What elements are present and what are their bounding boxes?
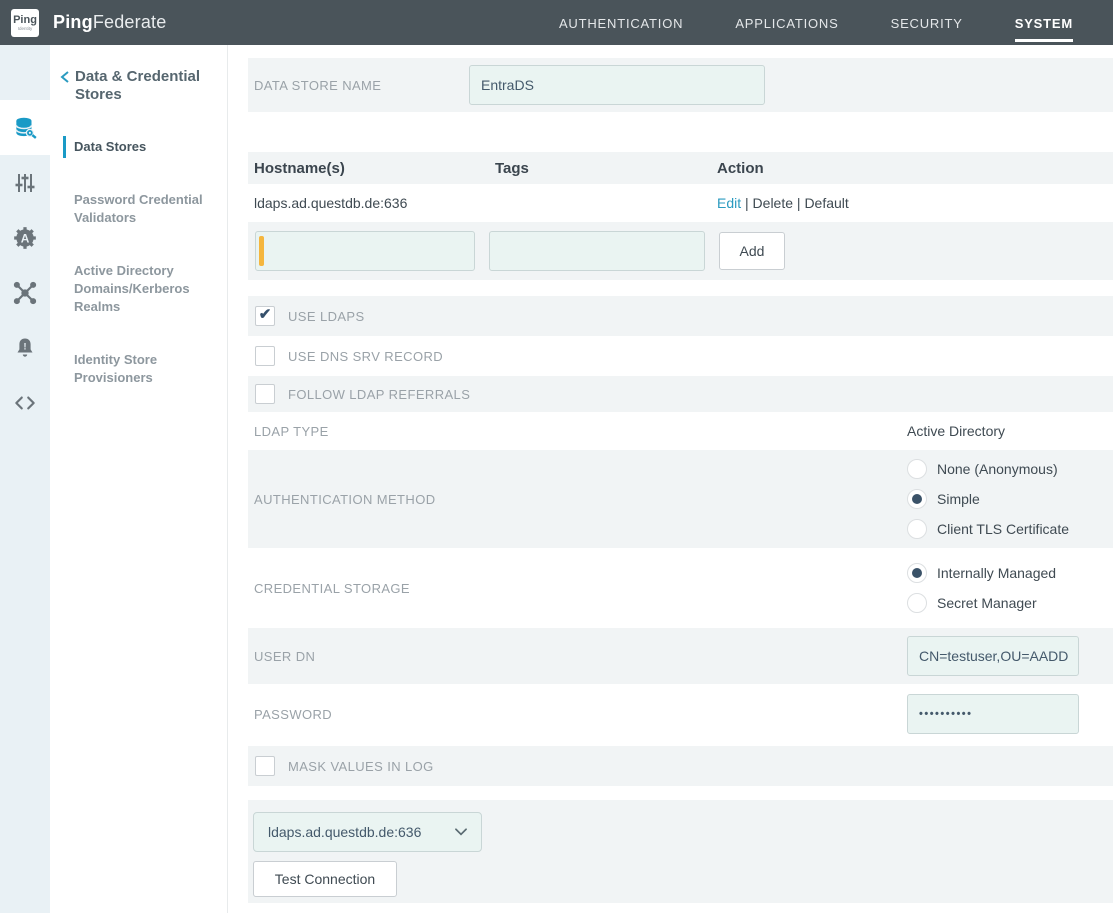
new-tag-input[interactable] [489,231,705,271]
data-store-name-input[interactable]: EntraDS [469,65,765,105]
logo-subtext: Identity [18,26,33,31]
nav-authentication[interactable]: AUTHENTICATION [559,4,683,42]
hostname-dropdown[interactable]: ldaps.ad.questdb.de:636 [253,812,482,852]
edit-link[interactable]: Edit [717,195,741,211]
test-connection-button[interactable]: Test Connection [253,861,397,897]
authentication-method-label: AUTHENTICATION METHOD [254,492,907,507]
nav-system[interactable]: SYSTEM [1015,4,1073,42]
radio-none-anonymous[interactable]: None (Anonymous) [907,459,1113,479]
action-separator: | [745,195,753,211]
extensions-icon[interactable] [0,375,50,430]
add-hostname-row: Add [248,222,1113,280]
app-title: PingFederate [53,12,166,33]
use-dns-srv-row: ✔ USE DNS SRV RECORD [248,336,1113,376]
main-content: DATA STORE NAME EntraDS Hostname(s) Tags… [228,45,1113,913]
use-dns-srv-label: USE DNS SRV RECORD [288,349,443,364]
user-dn-label: USER DN [254,649,907,664]
credential-storage-row: CREDENTIAL STORAGE Internally Managed Se… [248,548,1113,628]
user-dn-row: USER DN CN=testuser,OU=AADD [248,628,1113,684]
radio-internally-managed[interactable]: Internally Managed [907,563,1113,583]
sidebar-title: Data & Credential Stores [73,68,227,104]
credential-storage-options: Internally Managed Secret Manager [907,563,1113,613]
use-dns-srv-checkbox[interactable]: ✔ [255,346,275,366]
ldap-type-label: LDAP TYPE [254,424,907,439]
password-row: PASSWORD •••••••••• [248,684,1113,744]
ldap-type-row: LDAP TYPE Active Directory [248,412,1113,450]
svg-text:A: A [21,231,30,245]
actions-cell: Edit | Delete | Default [717,195,1113,211]
use-ldaps-label: USE LDAPS [288,309,365,324]
column-hostnames: Hostname(s) [254,160,495,177]
svg-text:!: ! [24,341,27,351]
use-ldaps-checkbox[interactable]: ✔ [255,306,275,326]
app-title-bold: Ping [53,12,93,32]
radio-label: Internally Managed [937,565,1056,581]
column-action: Action [717,160,1113,177]
top-header: Ping Identity PingFederate AUTHENTICATIO… [0,0,1113,45]
new-hostname-input[interactable] [255,231,475,271]
radio-label: Simple [937,491,980,507]
user-dn-input[interactable]: CN=testuser,OU=AADD [907,636,1079,676]
radio-label: Secret Manager [937,595,1037,611]
radio-button[interactable] [907,563,927,583]
ldap-type-value: Active Directory [907,423,1113,439]
administrative-accounts-icon[interactable]: A [0,210,50,265]
follow-ldap-referrals-label: FOLLOW LDAP REFERRALS [288,387,470,402]
icon-rail: A ! [0,45,50,913]
default-link[interactable]: Default [804,195,848,211]
required-field-indicator [259,236,264,266]
radio-client-tls-certificate[interactable]: Client TLS Certificate [907,519,1113,539]
radio-secret-manager[interactable]: Secret Manager [907,593,1113,613]
ping-identity-logo: Ping Identity [11,9,39,37]
radio-button[interactable] [907,519,927,539]
delete-link[interactable]: Delete [753,195,793,211]
follow-ldap-referrals-checkbox[interactable]: ✔ [255,384,275,404]
notifications-icon[interactable]: ! [0,320,50,375]
radio-simple[interactable]: Simple [907,489,1113,509]
chevron-down-icon [455,828,467,836]
radio-button[interactable] [907,593,927,613]
authentication-method-options: None (Anonymous) Simple Client TLS Certi… [907,459,1113,539]
secondary-sidebar: Data & Credential Stores Data Stores Pas… [50,45,228,913]
nav-applications[interactable]: APPLICATIONS [735,4,838,42]
nav-security[interactable]: SECURITY [891,4,963,42]
credential-storage-label: CREDENTIAL STORAGE [254,581,907,596]
sidebar-item-identity-store-provisioners[interactable]: Identity Store Provisioners [50,351,227,387]
mask-values-checkbox[interactable]: ✔ [255,756,275,776]
back-chevron-icon[interactable] [59,70,73,104]
password-input[interactable]: •••••••••• [907,694,1079,734]
hostname-cell: ldaps.ad.questdb.de:636 [254,195,495,211]
logo-text: Ping [13,15,37,26]
data-store-name-label: DATA STORE NAME [254,78,469,93]
authentication-method-row: AUTHENTICATION METHOD None (Anonymous) S… [248,450,1113,548]
test-connection-section: ldaps.ad.questdb.de:636 Test Connection [248,800,1113,903]
data-store-name-row: DATA STORE NAME EntraDS [248,58,1113,112]
mask-values-label: MASK VALUES IN LOG [288,759,434,774]
server-settings-icon[interactable] [0,155,50,210]
hostname-dropdown-value: ldaps.ad.questdb.de:636 [268,824,455,840]
hosts-table-header: Hostname(s) Tags Action [248,152,1113,184]
radio-label: None (Anonymous) [937,461,1058,477]
column-tags: Tags [495,160,717,177]
data-stores-icon[interactable] [0,100,50,155]
add-button[interactable]: Add [719,232,785,270]
hosts-table-row: ldaps.ad.questdb.de:636 Edit | Delete | … [248,184,1113,222]
sidebar-item-ad-domains-kerberos-realms[interactable]: Active Directory Domains/Kerberos Realms [50,262,227,316]
top-navigation: AUTHENTICATION APPLICATIONS SECURITY SYS… [559,4,1073,42]
sidebar-item-password-credential-validators[interactable]: Password Credential Validators [50,191,227,227]
use-ldaps-row: ✔ USE LDAPS [248,296,1113,336]
follow-ldap-referrals-row: ✔ FOLLOW LDAP REFERRALS [248,376,1113,412]
sidebar-item-data-stores[interactable]: Data Stores [50,138,227,156]
mask-values-row: ✔ MASK VALUES IN LOG [248,746,1113,786]
radio-button[interactable] [907,489,927,509]
app-title-light: Federate [93,12,167,32]
check-icon: ✔ [259,307,272,322]
external-systems-icon[interactable] [0,265,50,320]
radio-button[interactable] [907,459,927,479]
password-label: PASSWORD [254,707,907,722]
radio-label: Client TLS Certificate [937,521,1069,537]
